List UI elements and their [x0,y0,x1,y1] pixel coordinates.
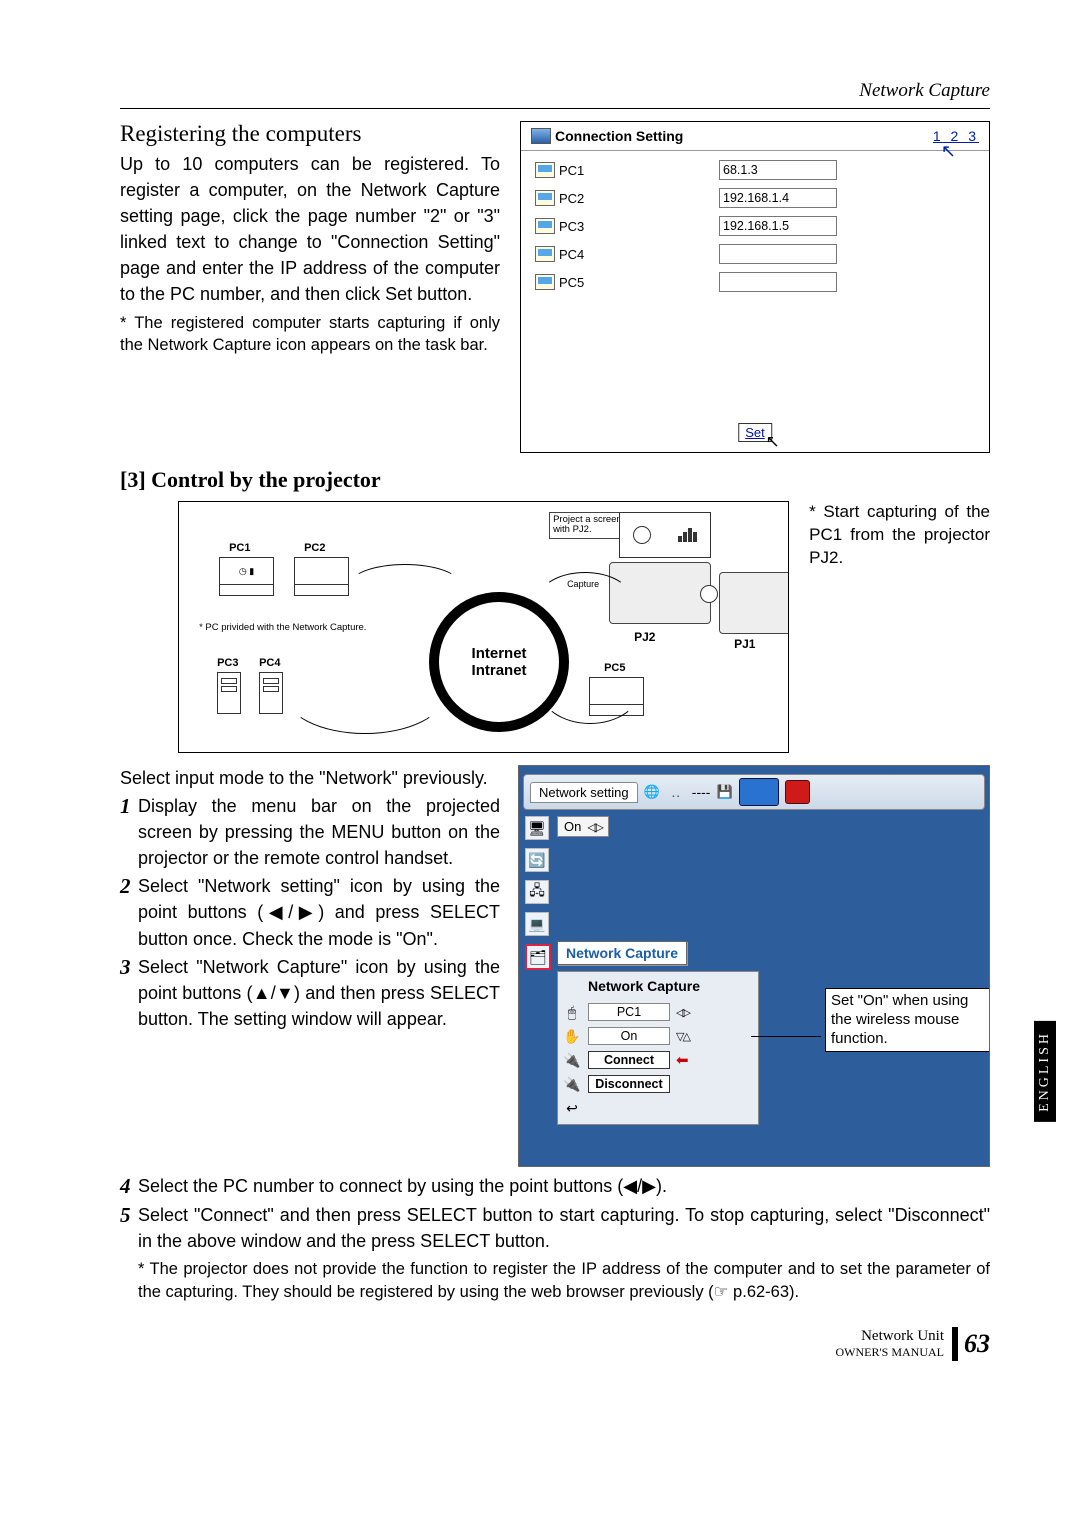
page-footer: Network Unit OWNER'S MANUAL 63 [120,1327,990,1361]
pc3-tower [217,672,241,714]
pc-row: PC5 [535,269,975,295]
pc-row: PC3 [535,213,975,239]
step-1: Display the menu bar on the projected sc… [138,793,500,871]
projection-screen [619,512,711,558]
header-rule [120,108,990,109]
pc4-tower [259,672,283,714]
enter-arrow-icon: ⬅ [676,1051,689,1069]
section3-heading: [3] Control by the projector [120,467,990,493]
connection-icon [531,128,551,144]
pc-row: PC1 [535,157,975,183]
exit-icon[interactable]: ↩ [562,1100,582,1117]
pc2-laptop [294,557,349,597]
connection-tab[interactable]: Connection Setting [531,128,683,144]
running-header: Network Capture [120,80,990,102]
ip-field-pc5[interactable] [719,272,837,292]
footer-manual: OWNER'S MANUAL [836,1345,945,1360]
on-field[interactable]: On [588,1027,670,1045]
card-icon: 💾 [716,784,732,800]
diagram-footnote: * PC privided with the Network Capture. [199,622,366,633]
menu-icon-3[interactable]: 🖧 [525,880,549,904]
mode-on-row: On ◁▷ [557,816,609,837]
connection-setting-panel: Connection Setting 1 2 3 ↖ PC1 PC2 PC3 P… [520,121,990,453]
menu-icon-1[interactable]: 🖥 [525,816,549,840]
pc-table: PC1 PC2 PC3 PC4 PC5 [521,151,989,295]
pc-icon [535,162,555,178]
registering-note: * The registered computer starts capturi… [120,312,500,357]
procedure-endnote: * The projector does not provide the fun… [138,1258,990,1303]
pc-row: PC2 [535,185,975,211]
pc-icon [535,218,555,234]
projector-menu-screenshot: Network setting 🌐 ‥ ---- 💾 🖥 🔄 🖧 💻 🗂 On … [518,765,990,1167]
diagram-sidenote: * Start capturing of the PC1 from the pr… [809,501,990,570]
tab-network-setting[interactable]: Network setting [530,782,638,803]
connect-icon: 🔌 [562,1052,582,1069]
leader-line [751,1036,821,1037]
ip-field-pc1[interactable] [719,160,837,180]
network-capture-panel: Network Capture 🖱 PC1 ◁▷ ✋ On ▽△ 🔌 Conne… [557,971,759,1125]
menu-tab-bar: Network setting 🌐 ‥ ---- 💾 [523,774,985,810]
cursor-icon: ↖ [766,432,780,452]
ip-field-pc4[interactable] [719,244,837,264]
page-links[interactable]: 1 2 3 ↖ [933,128,979,144]
step-4: Select the PC number to connect by using… [138,1173,667,1200]
page-number: 63 [964,1329,990,1359]
pc-icon [535,190,555,206]
subheading-registering: Registering the computers [120,121,500,147]
network-diagram: Project a screen image of PC1 with PJ2. … [178,501,789,753]
pc-icon [535,246,555,262]
red-tab[interactable] [785,780,810,804]
pc1-laptop: ◷ ▮ [219,557,274,597]
connect-button[interactable]: Connect [588,1051,670,1069]
blue-tab[interactable] [739,778,779,806]
step-3: Select "Network Capture" icon by using t… [138,954,500,1032]
globe-icon: 🌐 [644,784,660,800]
menu-icon-2[interactable]: 🔄 [525,848,549,872]
footer-unit: Network Unit [836,1328,945,1345]
step-5: Select "Connect" and then press SELECT b… [138,1202,990,1254]
ip-field-pc3[interactable] [719,216,837,236]
step-2: Select "Network setting" icon by using t… [138,873,500,951]
up-down-icon[interactable]: ▽△ [676,1030,689,1043]
pc-icon [535,274,555,290]
connection-tab-label: Connection Setting [555,128,683,144]
left-right-icon[interactable]: ◁▷ [587,820,601,834]
wireless-mouse-note: Set "On" when using the wireless mouse f… [825,988,990,1052]
menu-icon-4[interactable]: 💻 [525,912,549,936]
pc-select-field[interactable]: PC1 [588,1003,670,1021]
ip-field-pc2[interactable] [719,188,837,208]
cursor-icon: ↖ [941,141,959,162]
disconnect-icon: 🔌 [562,1076,582,1093]
pc-select-icon: 🖱 [562,1004,582,1021]
network-capture-button[interactable]: Network Capture [557,941,687,965]
pc-row: PC4 [535,241,975,267]
procedure-intro: Select input mode to the "Network" previ… [120,765,500,791]
menu-icon-network-capture[interactable]: 🗂 [525,944,551,970]
projector-pj1 [719,572,789,634]
left-right-icon[interactable]: ◁▷ [676,1006,689,1019]
registering-body: Up to 10 computers can be registered. To… [120,151,500,308]
nc-panel-title: Network Capture [562,976,752,1000]
disconnect-button[interactable]: Disconnect [588,1075,670,1093]
hand-icon: ✋ [562,1028,582,1045]
language-tab: ENGLISH [1034,1021,1056,1122]
tab-placeholder: ---- [692,784,711,800]
